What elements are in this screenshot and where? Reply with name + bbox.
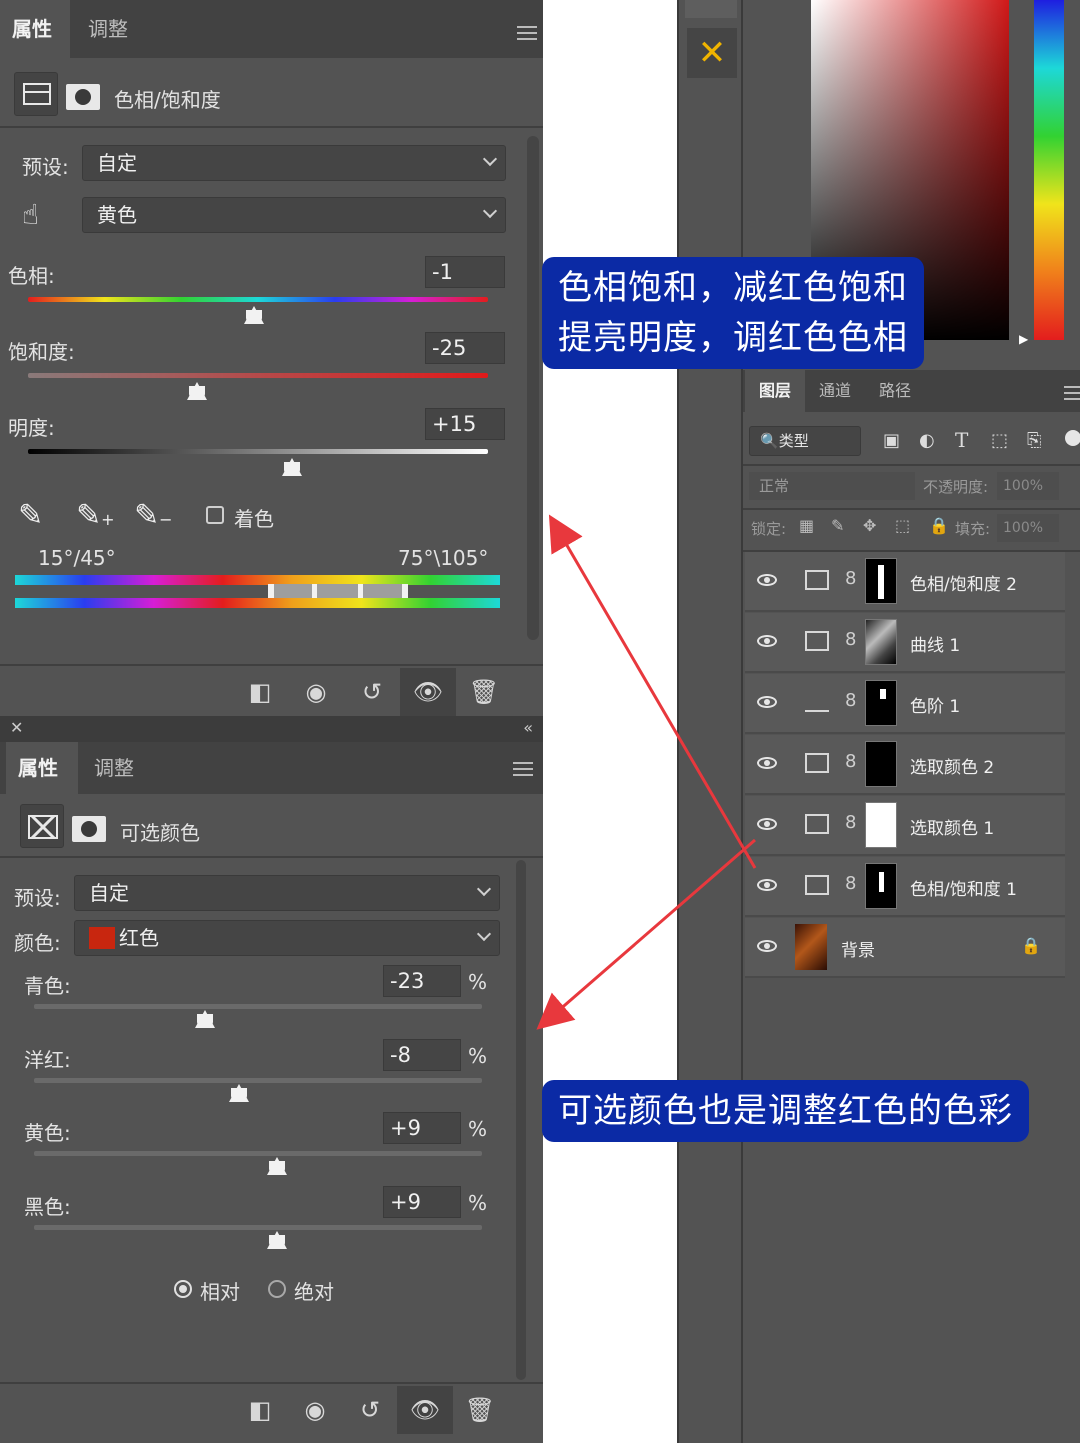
arrow-to-hue-saturation (548, 514, 757, 869)
arrow-to-selective-color (536, 838, 756, 1030)
callout-line-1: 色相饱和，减红色饱和 (558, 268, 908, 308)
callout-line-2: 提亮明度，调红色色相 (558, 318, 908, 358)
callout-selective-color: 可选颜色也是调整红色的色彩 (542, 1080, 1029, 1142)
callout-hue-saturation: 色相饱和，减红色饱和 提亮明度，调红色色相 (542, 257, 924, 369)
annotation-arrows (536, 514, 757, 1030)
